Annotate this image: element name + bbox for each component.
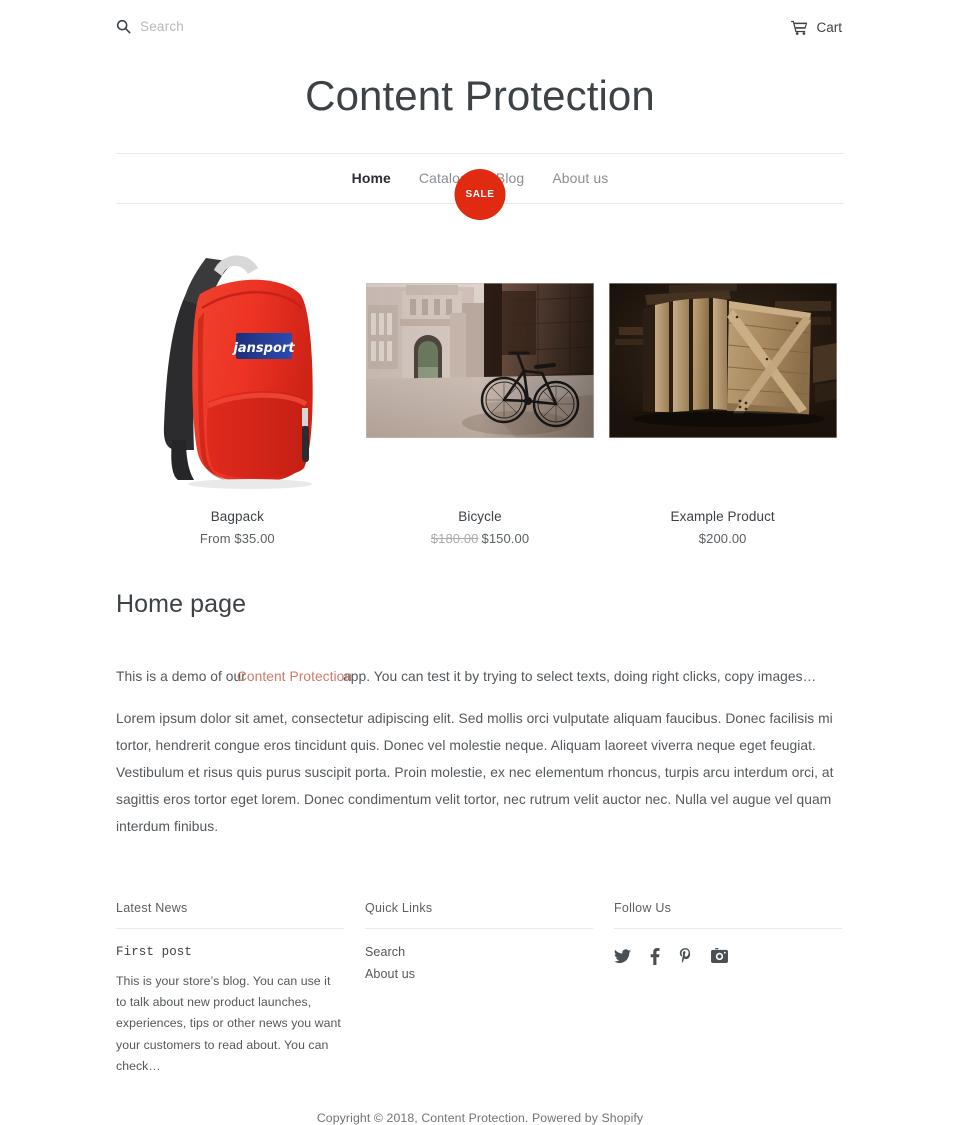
social-links bbox=[614, 945, 842, 965]
intro-text-after: app. You can test it by trying to select… bbox=[343, 668, 817, 684]
footer-heading-quick-links: Quick Links bbox=[365, 900, 433, 915]
svg-text:jansport: jansport bbox=[232, 341, 296, 356]
article-intro-paragraph: This is a demo of ourContent Protectiona… bbox=[116, 664, 844, 691]
page-root: Cart Content Protection Home Catalog Blo… bbox=[0, 0, 960, 1125]
article-section: Home page This is a demo of ourContent P… bbox=[116, 590, 844, 841]
nav-item-home[interactable]: Home bbox=[338, 170, 405, 186]
footer-column-quick-links: Quick Links Search About us bbox=[365, 901, 593, 1077]
footer-link-about-us[interactable]: About us bbox=[365, 967, 593, 981]
product-price: $200.00 bbox=[698, 530, 747, 546]
site-title[interactable]: Content Protection bbox=[116, 70, 844, 123]
product-image-example-product[interactable] bbox=[601, 226, 844, 496]
product-title: Example Product bbox=[670, 508, 775, 524]
twitter-icon[interactable] bbox=[614, 949, 631, 964]
divider bbox=[614, 927, 842, 929]
bicycle-photo bbox=[365, 283, 594, 438]
pinterest-icon[interactable] bbox=[679, 947, 692, 965]
utility-bar: Cart bbox=[116, 0, 844, 45]
footer-column-latest-news: Latest News First post This is your stor… bbox=[116, 901, 344, 1077]
backpack-illustration: jansport bbox=[164, 254, 314, 489]
footer-link-search[interactable]: Search bbox=[365, 945, 593, 959]
search-icon bbox=[116, 19, 131, 34]
instagram-icon[interactable] bbox=[711, 948, 728, 964]
footer-column-follow-us: Follow Us bbox=[614, 901, 842, 1077]
cart-icon bbox=[791, 20, 808, 35]
product-image-bagpack[interactable]: jansport bbox=[116, 226, 359, 496]
facebook-icon[interactable] bbox=[650, 947, 660, 965]
product-image-bicycle[interactable]: SALE bbox=[359, 168, 602, 496]
page-title: Home page bbox=[116, 589, 247, 618]
search-form[interactable] bbox=[116, 15, 350, 39]
content-wrapper: Cart Content Protection Home Catalog Blo… bbox=[116, 0, 844, 1125]
site-footer: Latest News First post This is your stor… bbox=[116, 901, 844, 1077]
footer-heading-latest-news: Latest News bbox=[116, 900, 188, 915]
product-compare-price: $180.00 bbox=[430, 530, 479, 546]
product-grid: jansport Bagpack From $35.00 SALE Bicycl… bbox=[116, 168, 844, 546]
product-sale-price: $150.00 bbox=[481, 530, 530, 546]
article-body: This is a demo of ourContent Protectiona… bbox=[116, 664, 844, 841]
divider bbox=[116, 927, 344, 929]
product-card-example-product[interactable]: Example Product $200.00 bbox=[601, 226, 844, 546]
blog-post-title[interactable]: First post bbox=[116, 945, 344, 959]
divider bbox=[365, 927, 593, 929]
wooden-crates-photo bbox=[608, 283, 837, 438]
footer-heading-follow-us: Follow Us bbox=[614, 900, 672, 915]
article-lorem-paragraph: Lorem ipsum dolor sit amet, consectetur … bbox=[116, 711, 834, 834]
cart-link[interactable]: Cart bbox=[791, 18, 844, 35]
copyright-text: Copyright © 2018, Content Protection. Po… bbox=[316, 1111, 644, 1125]
blog-post-excerpt: This is your store’s blog. You can use i… bbox=[116, 973, 341, 1073]
product-card-bagpack[interactable]: jansport Bagpack From $35.00 bbox=[116, 226, 359, 546]
product-title: Bicycle bbox=[458, 508, 502, 524]
product-price: $180.00 $150.00 bbox=[359, 531, 602, 546]
product-card-bicycle[interactable]: SALE Bicycle $180.00 $150.00 bbox=[359, 168, 602, 546]
search-input[interactable] bbox=[140, 19, 350, 34]
product-price: From $35.00 bbox=[199, 530, 275, 546]
nav-item-about-us[interactable]: About us bbox=[538, 170, 622, 186]
cart-label: Cart bbox=[816, 20, 842, 35]
intro-text-before: This is a demo of our bbox=[116, 668, 246, 684]
product-title: Bagpack bbox=[210, 508, 264, 524]
sale-badge: SALE bbox=[454, 168, 506, 220]
content-protection-link[interactable]: Content Protection bbox=[237, 669, 352, 684]
